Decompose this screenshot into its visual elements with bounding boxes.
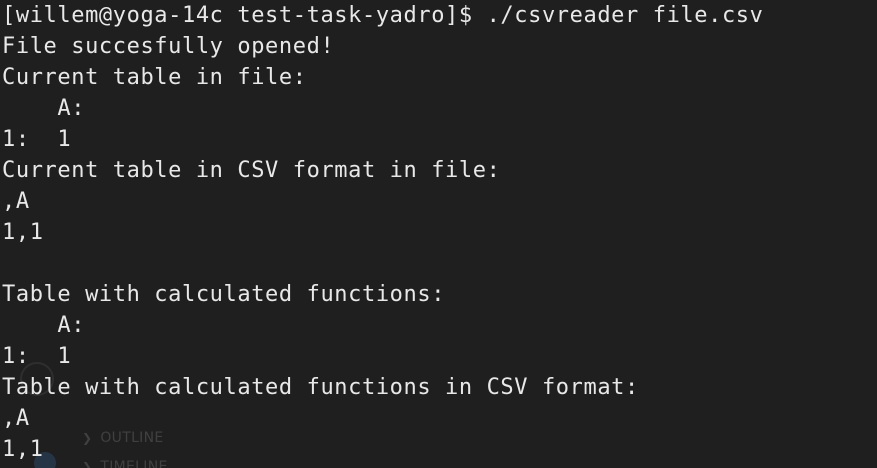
terminal-line: ,A xyxy=(2,406,30,431)
terminal-line: Current table in file: xyxy=(2,65,307,90)
terminal-line: 1,1 xyxy=(2,220,44,245)
terminal-line: Current table in CSV format in file: xyxy=(2,158,501,183)
terminal-line: 1: 1 xyxy=(2,344,72,369)
terminal-line: 1,1 xyxy=(2,437,44,462)
terminal-line: 1: 1 xyxy=(2,127,72,152)
terminal-line: ,A xyxy=(2,189,30,214)
terminal-output: [willem@yoga-14c test-task-yadro]$ ./csv… xyxy=(2,0,763,465)
terminal-window[interactable]: ❯ OUTLINE ❯ TIMELINE [willem@yoga-14c test… xyxy=(0,0,877,468)
terminal-line: A: xyxy=(2,96,86,121)
terminal-line: A: xyxy=(2,313,86,338)
terminal-line: Table with calculated functions in CSV f… xyxy=(2,375,639,400)
terminal-line: File succesfully opened! xyxy=(2,34,335,59)
terminal-line: Table with calculated functions: xyxy=(2,282,446,307)
terminal-line-command: [willem@yoga-14c test-task-yadro]$ ./csv… xyxy=(2,3,764,28)
